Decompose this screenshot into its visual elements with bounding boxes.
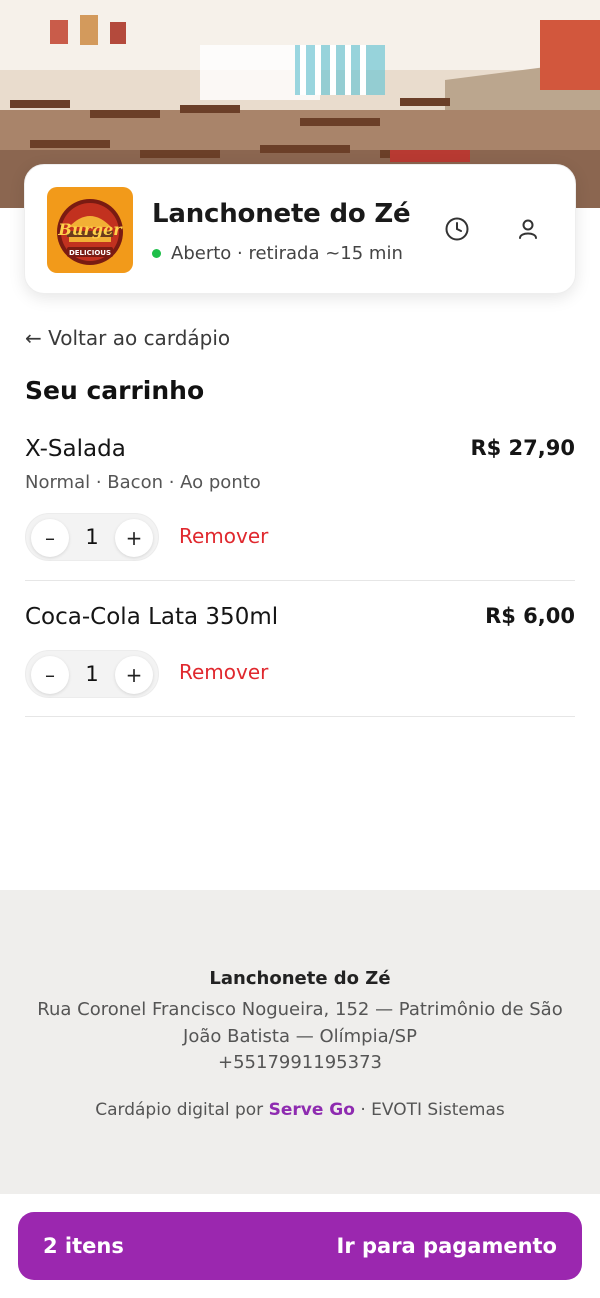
clock-icon[interactable] xyxy=(440,212,474,246)
increase-quantity-button[interactable]: + xyxy=(115,656,153,694)
open-status-dot xyxy=(152,249,161,258)
store-name: Lanchonete do Zé xyxy=(152,199,411,229)
checkout-label: Ir para pagamento xyxy=(336,1234,557,1258)
checkout-button[interactable]: 2 itens Ir para pagamento xyxy=(18,1212,582,1280)
store-footer: Lanchonete do Zé Rua Coronel Francisco N… xyxy=(0,890,600,1194)
item-divider xyxy=(25,716,575,717)
cart-item-count: 2 itens xyxy=(43,1234,124,1258)
logo-text-top: Burger xyxy=(57,220,123,239)
user-icon[interactable] xyxy=(511,212,545,246)
remove-item-button[interactable]: Remover xyxy=(179,524,268,548)
back-to-menu-link[interactable]: ← Voltar ao cardápio xyxy=(25,326,230,350)
remove-item-button[interactable]: Remover xyxy=(179,660,268,684)
cart-item-price: R$ 6,00 xyxy=(485,604,575,628)
quantity-stepper: – 1 + xyxy=(25,513,159,561)
cart-title: Seu carrinho xyxy=(25,376,205,405)
footer-store-name: Lanchonete do Zé xyxy=(209,968,391,989)
footer-credit: Cardápio digital por Serve Go · EVOTI Si… xyxy=(0,1100,600,1120)
cart-item-price: R$ 27,90 xyxy=(470,436,575,460)
footer-phone: +5517991195373 xyxy=(218,1052,382,1073)
store-status: Aberto · retirada ~15 min xyxy=(152,243,403,264)
store-header-card: Burger DELICIOUS Lanchonete do Zé Aberto… xyxy=(24,164,576,294)
store-status-text: Aberto · retirada ~15 min xyxy=(171,243,403,264)
serve-go-link[interactable]: Serve Go xyxy=(269,1100,355,1120)
credit-prefix: Cardápio digital por xyxy=(95,1100,264,1120)
store-logo: Burger DELICIOUS xyxy=(47,187,133,273)
item-divider xyxy=(25,580,575,581)
logo-text-bottom: DELICIOUS xyxy=(69,249,111,257)
cart-item-name: X-Salada xyxy=(25,436,126,462)
increase-quantity-button[interactable]: + xyxy=(115,519,153,557)
credit-suffix: · EVOTI Sistemas xyxy=(360,1100,505,1120)
quantity-stepper: – 1 + xyxy=(25,650,159,698)
footer-address: Rua Coronel Francisco Nogueira, 152 — Pa… xyxy=(37,999,563,1047)
cart-item-name: Coca-Cola Lata 350ml xyxy=(25,604,279,630)
cart-item-options: Normal · Bacon · Ao ponto xyxy=(25,472,261,493)
